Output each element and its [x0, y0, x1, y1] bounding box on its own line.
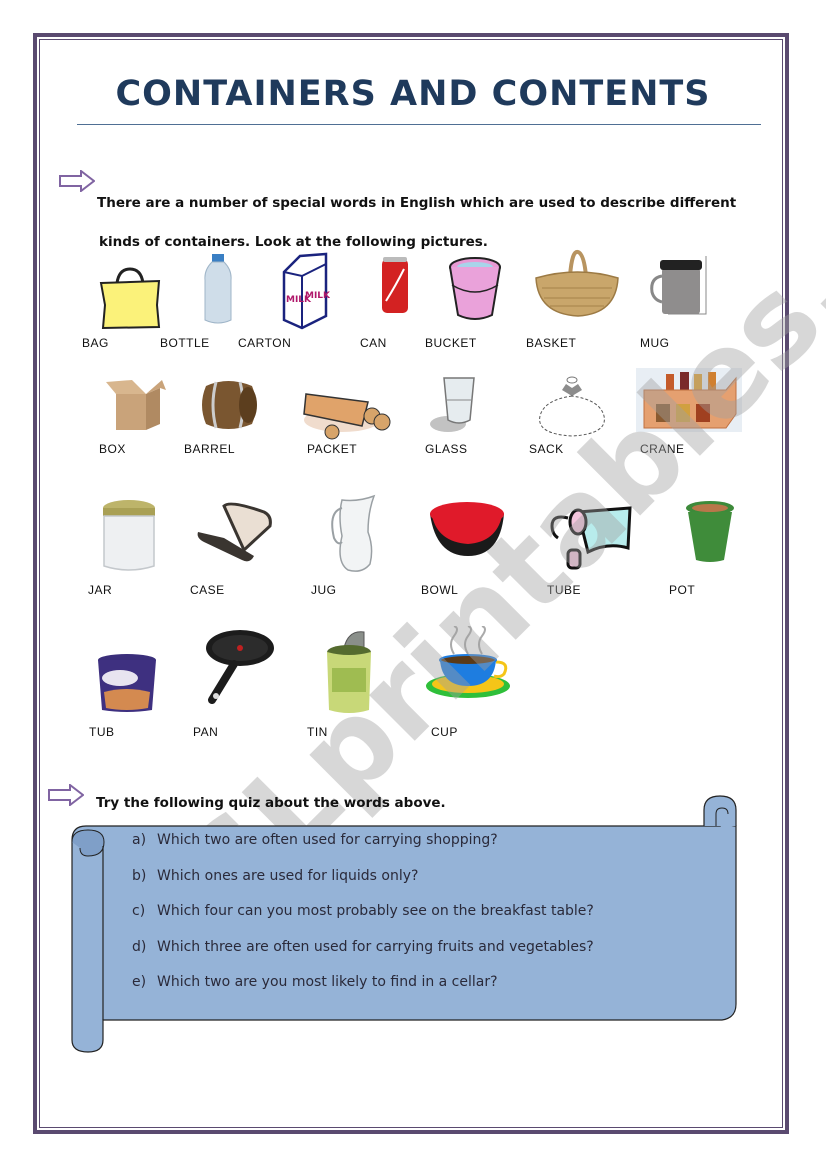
quiz-question: b) Which ones are used for liquids only? — [132, 867, 419, 884]
quiz-question: d) Which three are often used for carryin… — [132, 938, 594, 955]
quiz-questions: a) Which two are often used for carrying … — [132, 832, 594, 1010]
quiz-question: e) Which two are you most likely to find … — [132, 974, 498, 990]
quiz-question: c) Which four can you most probably see o… — [132, 903, 594, 919]
quiz-question: a) Which two are often used for carrying … — [132, 832, 498, 848]
